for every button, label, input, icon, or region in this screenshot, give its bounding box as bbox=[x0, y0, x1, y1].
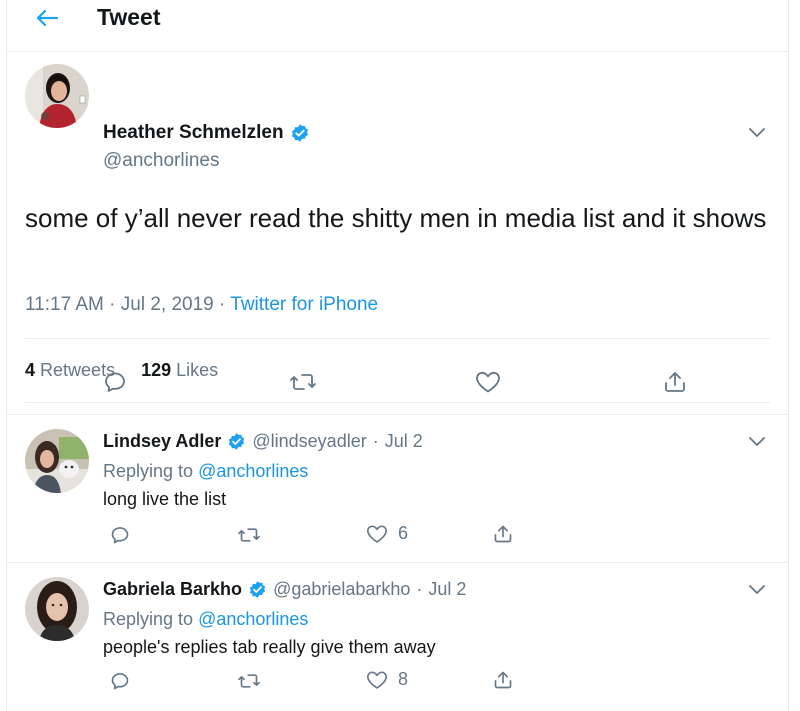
reply-icon bbox=[105, 372, 125, 392]
tweet-meta: 11:17 AM · Jul 2, 2019 · Twitter for iPh… bbox=[25, 294, 378, 316]
avatar[interactable] bbox=[25, 429, 89, 493]
reply-tweet[interactable]: Gabriela Barkho @gabrielabarkho · Jul 2 … bbox=[7, 562, 788, 711]
reply-text: long live the list bbox=[103, 489, 227, 509]
divider bbox=[25, 338, 770, 339]
retweet-button[interactable] bbox=[237, 671, 261, 691]
meta-separator: · bbox=[372, 431, 379, 451]
reply-button[interactable] bbox=[110, 671, 130, 691]
heart-icon bbox=[367, 525, 387, 543]
reply-button[interactable] bbox=[103, 370, 127, 394]
reply-icon bbox=[111, 527, 129, 544]
reply-button[interactable] bbox=[110, 525, 130, 545]
like-count: 8 bbox=[398, 669, 409, 689]
like-count: 6 bbox=[398, 523, 409, 543]
heart-icon bbox=[476, 371, 500, 393]
retweet-icon bbox=[290, 374, 316, 390]
tweet-time[interactable]: 11:17 AM bbox=[25, 294, 104, 315]
like-button[interactable]: 8 bbox=[366, 669, 408, 690]
page-header: Tweet bbox=[7, 0, 788, 52]
back-arrow-icon bbox=[36, 9, 58, 27]
avatar-image bbox=[25, 577, 89, 641]
author-name[interactable]: Lindsey Adler bbox=[103, 431, 221, 452]
chevron-down-icon[interactable] bbox=[748, 583, 766, 595]
main-tweet: Heather Schmelzlen @anchorlines some of … bbox=[7, 52, 788, 414]
author-name-row[interactable]: Heather Schmelzlen bbox=[103, 122, 310, 144]
retweet-icon bbox=[238, 528, 260, 542]
heart-icon bbox=[367, 671, 387, 689]
share-button[interactable] bbox=[493, 523, 513, 545]
replying-to: Replying to @anchorlines bbox=[103, 609, 308, 630]
reply-date[interactable]: Jul 2 bbox=[428, 579, 466, 600]
retweet-button[interactable] bbox=[237, 525, 261, 545]
back-button[interactable] bbox=[35, 6, 59, 30]
reply-header: Gabriela Barkho @gabrielabarkho · Jul 2 bbox=[103, 579, 466, 600]
tweet-text: some of y’all never read the shitty men … bbox=[25, 203, 767, 233]
avatar-image bbox=[25, 429, 89, 493]
share-button[interactable] bbox=[663, 370, 687, 394]
verified-badge-icon bbox=[249, 581, 266, 598]
reply-date[interactable]: Jul 2 bbox=[385, 431, 423, 452]
author-name[interactable]: Gabriela Barkho bbox=[103, 579, 242, 600]
reply-header: Lindsey Adler @lindseyadler · Jul 2 bbox=[103, 431, 423, 452]
like-button[interactable] bbox=[475, 370, 501, 394]
replying-to-label: Replying to bbox=[103, 609, 194, 629]
avatar[interactable] bbox=[25, 64, 89, 128]
like-button[interactable]: 6 bbox=[366, 523, 408, 544]
retweet-icon bbox=[238, 674, 260, 688]
tweet-source-link[interactable]: Twitter for iPhone bbox=[230, 294, 378, 315]
replying-to-link[interactable]: @anchorlines bbox=[198, 461, 308, 481]
replying-to: Replying to @anchorlines bbox=[103, 461, 308, 482]
reply-tweet[interactable]: Lindsey Adler @lindseyadler · Jul 2 Repl… bbox=[7, 414, 788, 562]
author-handle[interactable]: @anchorlines bbox=[103, 150, 219, 172]
main-tweet-actions bbox=[7, 370, 788, 400]
meta-separator: · bbox=[109, 294, 116, 315]
share-icon bbox=[665, 372, 685, 392]
reply-text: people's replies tab really give them aw… bbox=[103, 637, 436, 657]
tweet-page: Tweet Heather Schmelzlen @anchorlines so… bbox=[6, 0, 789, 711]
meta-separator: · bbox=[416, 579, 423, 599]
retweet-button[interactable] bbox=[289, 370, 317, 394]
reply-icon bbox=[111, 673, 129, 690]
page-title: Tweet bbox=[97, 4, 161, 30]
replying-to-label: Replying to bbox=[103, 461, 194, 481]
divider bbox=[25, 402, 770, 403]
chevron-down-icon[interactable] bbox=[748, 435, 766, 447]
avatar-image bbox=[25, 64, 89, 128]
avatar[interactable] bbox=[25, 577, 89, 641]
tweet-date[interactable]: Jul 2, 2019 bbox=[121, 294, 214, 315]
share-button[interactable] bbox=[493, 669, 513, 691]
verified-badge-icon bbox=[291, 124, 308, 142]
author-handle[interactable]: @gabrielabarkho bbox=[273, 579, 410, 600]
share-icon bbox=[494, 671, 512, 689]
verified-badge-icon bbox=[229, 433, 245, 450]
author-name[interactable]: Heather Schmelzlen bbox=[103, 122, 284, 144]
meta-separator: · bbox=[219, 294, 226, 315]
share-icon bbox=[494, 525, 512, 543]
author-handle[interactable]: @lindseyadler bbox=[252, 431, 366, 452]
chevron-down-icon[interactable] bbox=[748, 126, 766, 138]
replying-to-link[interactable]: @anchorlines bbox=[198, 609, 308, 629]
